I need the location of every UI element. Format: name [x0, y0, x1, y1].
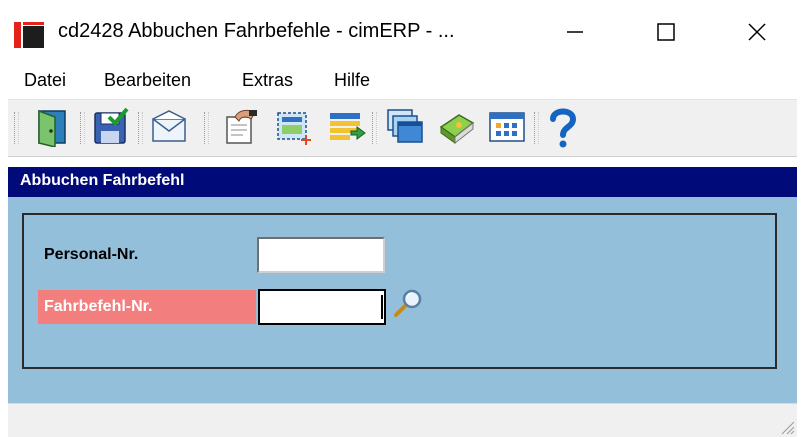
new-record-button[interactable]	[270, 104, 316, 150]
fahrbefehl-nr-input[interactable]	[258, 289, 386, 325]
windows-button[interactable]	[382, 104, 428, 150]
save-floppy-icon	[94, 107, 129, 144]
toolbar-separator	[534, 112, 539, 144]
toolbar-separator	[372, 112, 377, 144]
cimerp-app-icon	[14, 22, 44, 48]
calendar-grid-icon	[489, 112, 525, 142]
windows-stack-icon	[387, 109, 423, 143]
book-button[interactable]	[434, 104, 480, 150]
maximize-icon	[657, 23, 675, 41]
import-list-icon	[330, 113, 366, 140]
form-header: Abbuchen Fahrbefehl	[8, 167, 797, 197]
menu-hilfe[interactable]: Hilfe	[334, 70, 370, 91]
resize-grip-icon[interactable]	[777, 417, 795, 435]
exit-door-icon	[38, 109, 66, 147]
toolbar	[8, 99, 797, 157]
maximize-button[interactable]	[631, 0, 701, 64]
magnifier-icon[interactable]	[392, 287, 424, 319]
close-icon	[748, 23, 766, 41]
form-panel: Abbuchen Fahrbefehl Personal-Nr. Fahrbef…	[8, 167, 797, 403]
menu-extras[interactable]: Extras	[242, 70, 293, 91]
minimize-icon	[567, 31, 583, 33]
help-question-icon	[550, 108, 577, 148]
save-button[interactable]	[88, 104, 134, 150]
calendar-button[interactable]	[484, 104, 530, 150]
form-title: Abbuchen Fahrbefehl	[20, 172, 185, 189]
close-button[interactable]	[722, 0, 792, 64]
book-icon	[439, 114, 475, 145]
import-button[interactable]	[324, 104, 370, 150]
toolbar-separator	[138, 112, 143, 144]
status-bar	[8, 403, 797, 437]
mail-button[interactable]	[146, 104, 192, 150]
fahrbefehl-nr-label: Fahrbefehl-Nr.	[38, 290, 256, 324]
menu-datei[interactable]: Datei	[24, 70, 66, 91]
toolbar-separator	[80, 112, 85, 144]
edit-button[interactable]	[218, 104, 264, 150]
toolbar-separator	[204, 112, 209, 144]
personal-nr-input[interactable]	[257, 237, 385, 273]
new-record-icon	[277, 112, 311, 145]
help-button[interactable]	[540, 104, 586, 150]
envelope-icon	[152, 110, 186, 142]
app-window: cd2428 Abbuchen Fahrbefehle - cimERP - .…	[0, 0, 805, 437]
toolbar-grip[interactable]	[14, 112, 19, 144]
exit-button[interactable]	[30, 104, 76, 150]
edit-document-icon	[226, 109, 257, 144]
minimize-button[interactable]	[540, 0, 610, 64]
personal-nr-label: Personal-Nr.	[44, 246, 139, 263]
title-bar[interactable]: cd2428 Abbuchen Fahrbefehle - cimERP - .…	[0, 0, 805, 64]
text-caret	[381, 295, 383, 319]
menu-bar: Datei Bearbeiten Extras Hilfe	[0, 64, 805, 98]
window-title: cd2428 Abbuchen Fahrbefehle - cimERP - .…	[58, 20, 455, 42]
menu-bearbeiten[interactable]: Bearbeiten	[104, 70, 191, 91]
